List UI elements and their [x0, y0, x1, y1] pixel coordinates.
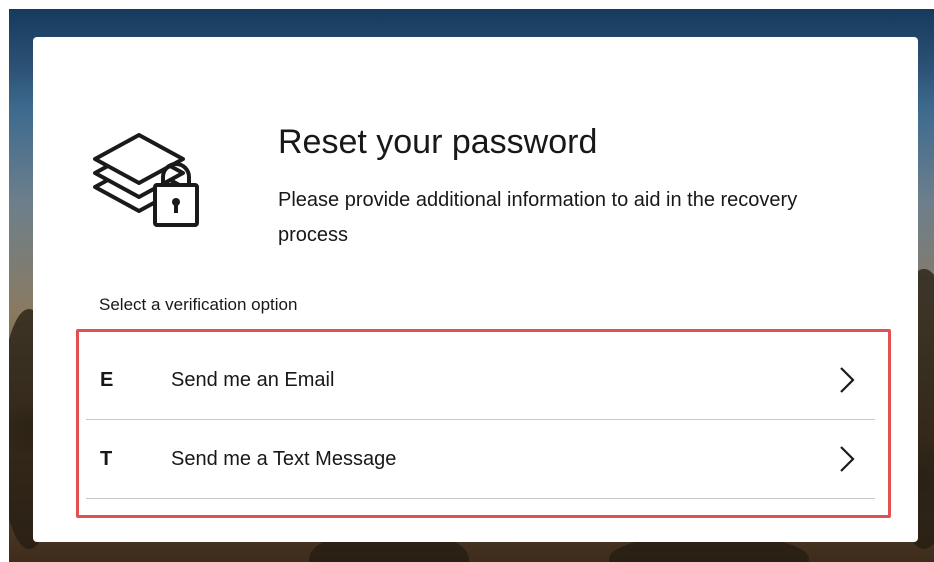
option-email-key: E — [100, 369, 114, 391]
option-email[interactable]: E Send me an Email — [86, 341, 875, 420]
page-title: Reset your password — [278, 123, 598, 161]
option-text-label: Send me a Text Message — [171, 448, 397, 470]
chevron-right-icon — [840, 367, 855, 393]
option-text-message[interactable]: T Send me a Text Message — [86, 420, 875, 499]
option-email-label: Send me an Email — [171, 369, 335, 391]
verification-prompt: Select a verification option — [99, 295, 298, 314]
reset-password-card: Reset your password Please provide addit… — [33, 37, 918, 542]
chevron-right-icon — [840, 446, 855, 472]
option-text-key: T — [100, 448, 113, 470]
page-subtitle: Please provide additional information to… — [278, 189, 798, 246]
page-frame: Reset your password Please provide addit… — [0, 0, 934, 562]
stacked-papers-lock-icon — [93, 133, 199, 227]
